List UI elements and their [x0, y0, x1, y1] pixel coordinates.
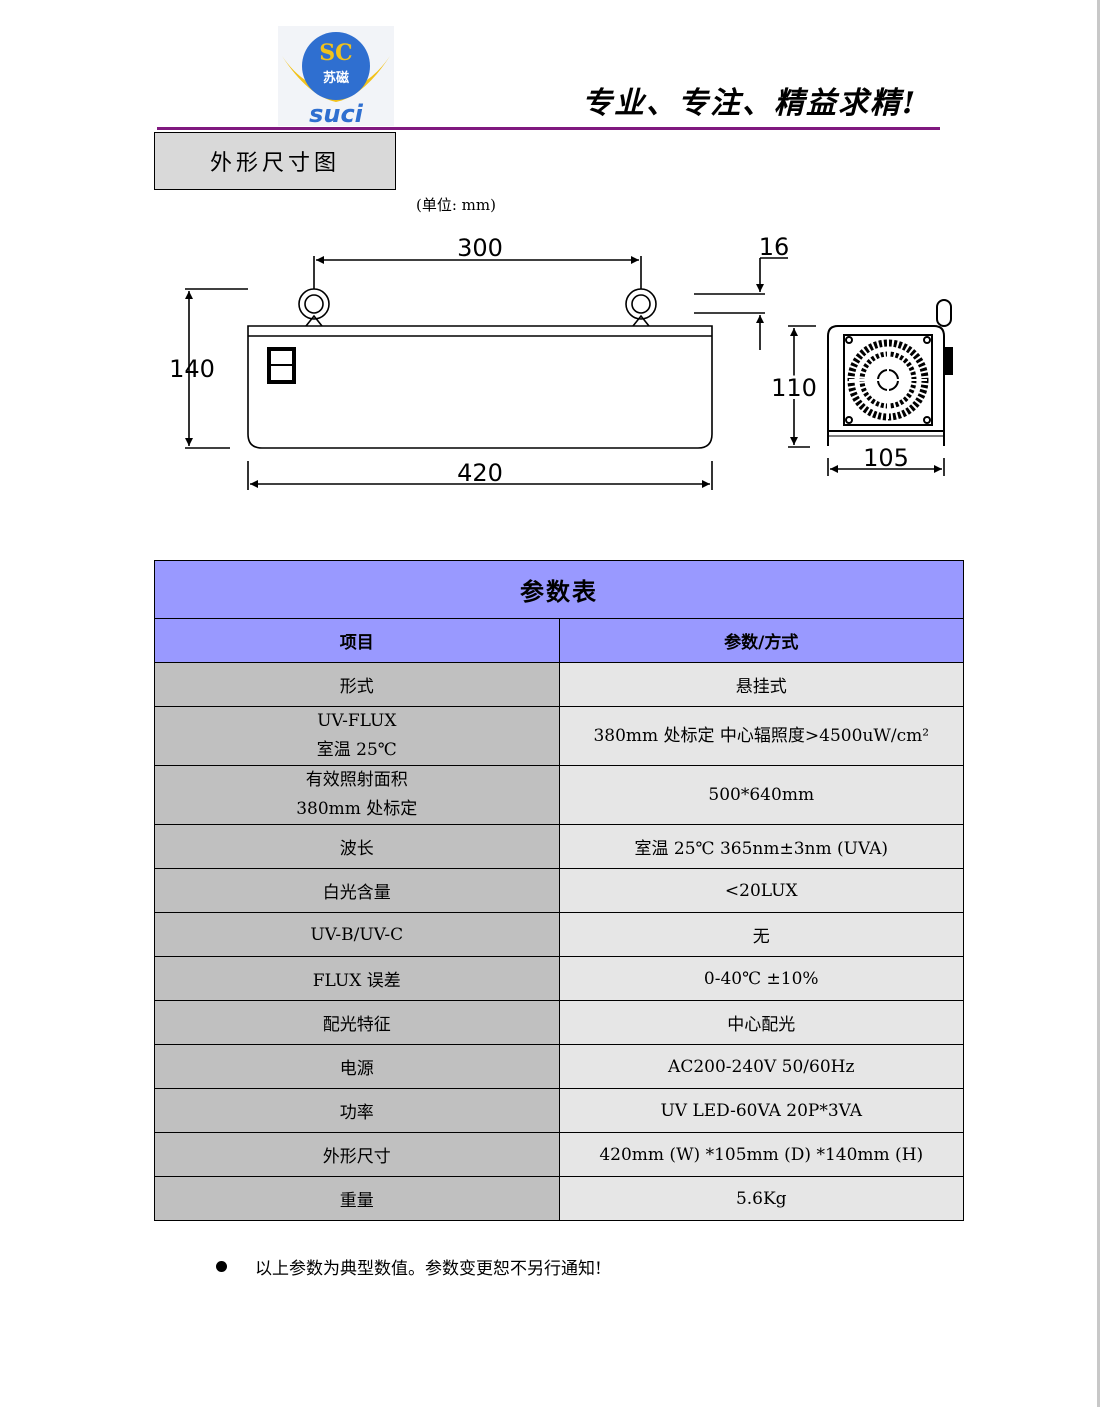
table-row: 重量 5.6Kg [154, 1176, 964, 1221]
row-value-cell: AC200-240V 50/60Hz [558, 1044, 964, 1089]
row-item-label: FLUX 误差 [312, 971, 401, 991]
row-item-cell: UV-B/UV-C [154, 912, 560, 957]
eyebolt-right [625, 288, 657, 327]
row-item-cell: FLUX 误差 [154, 956, 560, 1001]
unit-note: (单位: mm) [416, 196, 496, 214]
row-value-cell: 无 [558, 912, 964, 957]
table-title: 参数表 [154, 560, 964, 619]
side-view-handle [936, 299, 952, 327]
bullet-icon [216, 1261, 227, 1272]
row-value-cell: 室温 25℃ 365nm±3nm (UVA) [558, 824, 964, 869]
logo-brand: suci [309, 100, 364, 126]
dim-label-420: 420 [457, 459, 503, 487]
footnote: 以上参数为典型数值。参数变更恕不另行通知! [216, 1254, 602, 1279]
table-header-row: 项目 参数/方式 [154, 618, 964, 663]
row-item-cell: 波长 [154, 824, 560, 869]
row-item-cell: 电源 [154, 1044, 560, 1089]
slogan: 专业、专注、精益求精! [582, 86, 918, 121]
table-row: UV-B/UV-C 无 [154, 912, 964, 957]
row-value-cell: 380mm 处标定 中心辐照度>4500uW/cm² [558, 706, 964, 766]
row-item-label: UV-FLUX [317, 711, 397, 731]
column-header-item: 项目 [154, 618, 560, 663]
logo-cn: 苏磁 [323, 70, 349, 86]
row-item-label: 形式 [339, 677, 374, 697]
row-item-cell: UV-FLUX 室温 25℃ [154, 706, 560, 766]
logo-letters: SC [319, 40, 352, 66]
eyebolt-left [298, 288, 330, 327]
front-view-body [247, 325, 713, 449]
dim-label-105: 105 [863, 444, 909, 472]
row-item-label: 波长 [339, 839, 374, 859]
table-row: 外形尺寸 420mm (W) *105mm (D) *140mm (H) [154, 1132, 964, 1177]
company-logo: SC 苏磁 suci [278, 26, 394, 126]
row-value-cell: 悬挂式 [558, 662, 964, 707]
row-value-cell: 0-40℃ ±10% [558, 956, 964, 1001]
table-row: 波长 室温 25℃ 365nm±3nm (UVA) [154, 824, 964, 869]
dim-label-300: 300 [457, 234, 503, 262]
row-item-label: 重量 [339, 1191, 374, 1211]
table-row: 功率 UV LED-60VA 20P*3VA [154, 1088, 964, 1133]
dimension-drawing: 300 140 420 16 110 105 [169, 233, 953, 490]
row-value-cell: 420mm (W) *105mm (D) *140mm (H) [558, 1132, 964, 1177]
row-item-cell: 配光特征 [154, 1000, 560, 1045]
dim-label-140: 140 [169, 355, 215, 383]
dim-label-110: 110 [771, 374, 817, 402]
footnote-text: 以上参数为典型数值。参数变更恕不另行通知! [255, 1259, 602, 1279]
table-row: 有效照射面积 380mm 处标定 500*640mm [154, 765, 964, 825]
row-value-cell: 500*640mm [558, 765, 964, 825]
row-value-cell: UV LED-60VA 20P*3VA [558, 1088, 964, 1133]
row-item-label: 配光特征 [322, 1015, 391, 1035]
parameter-table: 参数表 项目 参数/方式 形式 悬挂式 UV-FLUX 室温 25℃ 380mm 处标定… [154, 560, 964, 1221]
row-item-label: UV-B/UV-C [310, 924, 404, 945]
logo-graphic: SC 苏磁 suci [282, 32, 390, 126]
table-row: 电源 AC200-240V 50/60Hz [154, 1044, 964, 1089]
row-value-cell: 5.6Kg [558, 1176, 964, 1221]
section-title: 外形尺寸图 [154, 132, 396, 190]
dim-label-16: 16 [759, 233, 790, 261]
row-item-cell: 重量 [154, 1176, 560, 1221]
table-row: FLUX 误差 0-40℃ ±10% [154, 956, 964, 1001]
column-header-value: 参数/方式 [558, 618, 964, 663]
row-item-label: 有效照射面积 [305, 770, 408, 790]
row-item-label: 电源 [339, 1059, 374, 1079]
side-view-switch [945, 347, 953, 375]
row-item-cell: 有效照射面积 380mm 处标定 [154, 765, 560, 825]
table-title-row: 参数表 [154, 560, 964, 619]
header-divider [157, 127, 940, 130]
side-view [827, 299, 953, 446]
row-item-cell: 功率 [154, 1088, 560, 1133]
row-item-label: 外形尺寸 [322, 1147, 391, 1167]
row-item-label: 室温 25℃ [316, 740, 397, 760]
row-value-cell: 中心配光 [558, 1000, 964, 1045]
row-item-label: 功率 [339, 1103, 374, 1123]
table-row: 配光特征 中心配光 [154, 1000, 964, 1045]
row-item-cell: 形式 [154, 662, 560, 707]
row-value-cell: <20LUX [558, 868, 964, 913]
row-item-label: 白光含量 [322, 883, 391, 903]
table-row: 形式 悬挂式 [154, 662, 964, 707]
row-item-label: 380mm 处标定 [296, 799, 418, 819]
table-row: 白光含量 <20LUX [154, 868, 964, 913]
row-item-cell: 外形尺寸 [154, 1132, 560, 1177]
row-item-cell: 白光含量 [154, 868, 560, 913]
table-row: UV-FLUX 室温 25℃ 380mm 处标定 中心辐照度>4500uW/cm² [154, 706, 964, 766]
